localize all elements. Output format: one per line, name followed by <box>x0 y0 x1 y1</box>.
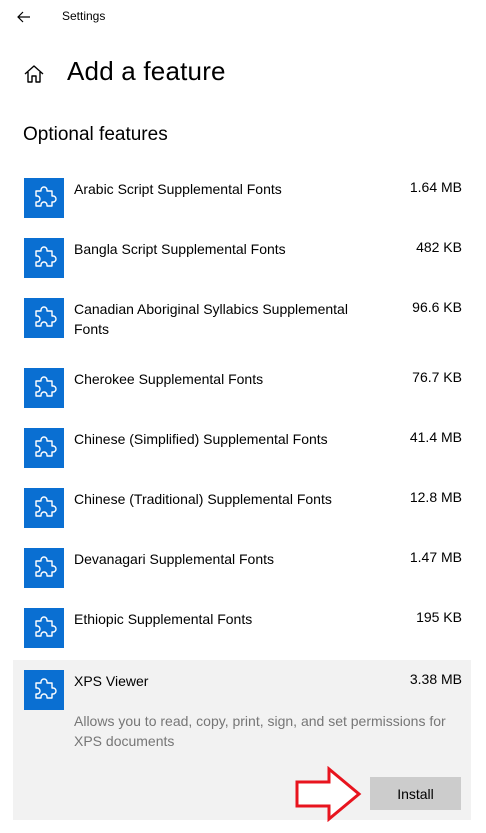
home-icon[interactable] <box>22 62 46 86</box>
feature-name: Bangla Script Supplemental Fonts <box>74 241 286 257</box>
feature-name: XPS Viewer <box>74 673 149 689</box>
window-title: Settings <box>62 9 106 23</box>
feature-name: Canadian Aboriginal Syllabics Supplement… <box>74 301 348 337</box>
list-item[interactable]: Chinese (Traditional) Supplemental Fonts… <box>13 480 471 540</box>
back-button[interactable] <box>10 5 38 29</box>
list-item[interactable]: Ethiopic Supplemental Fonts 195 KB <box>13 600 471 660</box>
puzzle-piece-icon <box>24 368 64 408</box>
feature-size: 1.64 MB <box>409 179 462 195</box>
page-title: Add a feature <box>67 56 226 86</box>
list-item[interactable]: Cherokee Supplemental Fonts 76.7 KB <box>13 360 471 420</box>
feature-name: Chinese (Simplified) Supplemental Fonts <box>74 431 328 447</box>
feature-size: 3.38 MB <box>409 671 462 687</box>
feature-size: 41.4 MB <box>409 429 462 445</box>
list-item[interactable]: Canadian Aboriginal Syllabics Supplement… <box>13 290 471 360</box>
page-header: Add a feature <box>0 54 486 94</box>
list-item[interactable]: Bangla Script Supplemental Fonts 482 KB <box>13 230 471 290</box>
list-item[interactable]: Arabic Script Supplemental Fonts 1.64 MB <box>13 170 471 230</box>
feature-name: Devanagari Supplemental Fonts <box>74 551 275 567</box>
feature-size: 12.8 MB <box>409 489 462 505</box>
puzzle-piece-icon <box>24 178 64 218</box>
puzzle-piece-icon <box>24 488 64 528</box>
feature-name: Ethiopic Supplemental Fonts <box>74 611 253 627</box>
puzzle-piece-icon <box>24 608 64 648</box>
title-bar: Settings <box>0 0 486 34</box>
feature-description: Allows you to read, copy, print, sign, a… <box>74 713 446 749</box>
feature-size: 195 KB <box>416 609 462 625</box>
feature-size: 1.47 MB <box>409 549 462 565</box>
feature-list: Arabic Script Supplemental Fonts 1.64 MB… <box>13 170 471 660</box>
feature-size: 96.6 KB <box>412 299 462 315</box>
puzzle-piece-icon <box>24 298 64 338</box>
feature-size: 482 KB <box>416 239 462 255</box>
list-item[interactable]: Devanagari Supplemental Fonts 1.47 MB <box>13 540 471 600</box>
section-title: Optional features <box>23 124 168 145</box>
selected-feature-item[interactable]: XPS Viewer 3.38 MB Allows you to read, c… <box>13 660 471 820</box>
puzzle-piece-icon <box>24 548 64 588</box>
puzzle-piece-icon <box>24 238 64 278</box>
back-arrow-icon <box>17 11 30 23</box>
list-item[interactable]: Chinese (Simplified) Supplemental Fonts … <box>13 420 471 480</box>
feature-name: Chinese (Traditional) Supplemental Fonts <box>74 491 332 507</box>
puzzle-piece-icon <box>24 428 64 468</box>
feature-size: 76.7 KB <box>412 369 462 385</box>
red-arrow-icon <box>295 766 362 822</box>
feature-name: Cherokee Supplemental Fonts <box>74 371 264 387</box>
install-button[interactable]: Install <box>370 777 461 810</box>
feature-name: Arabic Script Supplemental Fonts <box>74 181 282 197</box>
puzzle-piece-icon <box>24 670 64 710</box>
